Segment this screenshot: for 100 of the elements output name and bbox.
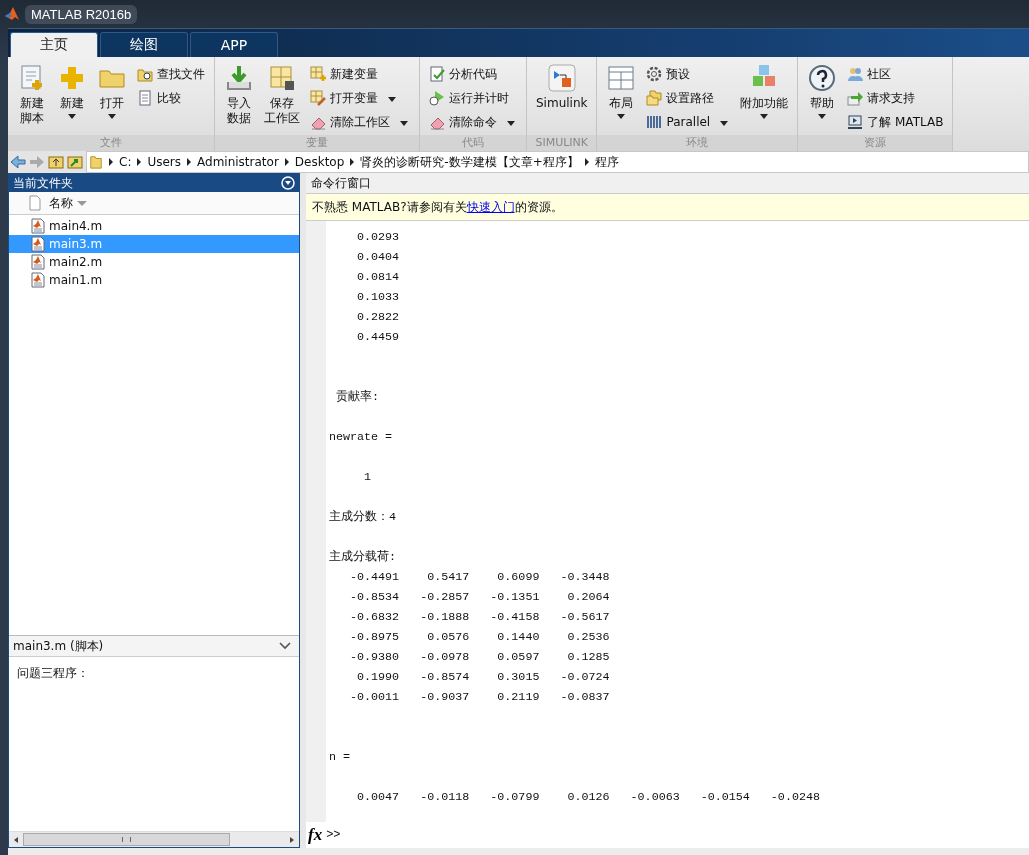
folder-icon [89,154,103,170]
ribbon-button[interactable]: 帮助 [804,61,841,135]
console-output: -0.8534 -0.2857 -0.1351 0.2064 [349,589,611,606]
details-header[interactable]: main3.m (脚本) [9,636,299,657]
console-output: 0.1033 [356,289,401,306]
folders-icon [646,90,663,106]
file-row[interactable]: main2.m [9,253,299,271]
panel-title: 命令行窗口 [311,176,371,190]
layout-icon [606,63,637,93]
path-segment[interactable]: 肾炎的诊断研究-数学建模【文章+程序】 [360,153,579,171]
ribbon-button[interactable]: 请求支持 [844,87,947,109]
help-icon [807,63,838,93]
ribbon-button[interactable]: 清除工作区 [307,111,413,133]
console-output: 贡献率: [335,389,381,406]
m-file-icon [31,236,45,252]
play-clock-icon [429,90,445,106]
console-output: 主成分载荷: [329,549,397,566]
ribbon-button[interactable]: 打开 [94,61,130,135]
console-output: newrate = [329,429,394,446]
group-label: 变量 [215,135,419,151]
ribbon-button[interactable]: 分析代码 [426,63,520,85]
ribbon-button[interactable]: 清除命令 [426,111,520,133]
file-row[interactable]: main1.m [9,271,299,289]
console-output: 0.0293 [356,229,401,246]
matlab-logo-icon [4,6,20,22]
console-output: n = [329,749,352,766]
ribbon-button[interactable]: Simulink [533,61,591,135]
ribbon-button[interactable]: Parallel [643,111,734,133]
group-label: 代码 [420,135,526,151]
console-output: 0.0047 -0.0118 -0.0799 0.0126 -0.0063 -0.0154 -0.0248 [356,789,820,806]
download-icon [224,63,254,93]
console-output: -0.6832 -0.1888 -0.4158 -0.5617 [349,609,611,626]
grid-icon [267,63,297,93]
ribbon-tab[interactable]: 主页 [10,32,98,57]
ribbon-button[interactable]: 设置路径 [643,87,734,109]
table-plus-icon [310,66,326,82]
m-file-icon [31,218,45,234]
console-output: 1 [363,469,373,486]
console-output: 0.2822 [356,309,401,326]
folder-search-icon [137,66,153,82]
console-output: -0.9380 -0.0978 0.0597 0.1285 [349,649,611,666]
ribbon-button[interactable]: 了解 MATLAB [844,111,947,133]
document-check-icon [429,66,445,82]
group-label: 文件 [8,135,214,151]
m-file-icon [31,272,45,288]
group-label: 环境 [597,135,798,151]
ribbon-tab[interactable]: APP [190,32,278,57]
file-row[interactable]: main4.m [9,217,299,235]
path-segment[interactable]: Administrator [197,155,279,169]
ribbon-button[interactable]: 比较 [134,87,208,109]
path-segment[interactable]: 程序 [594,153,619,171]
notice-text: 不熟悉 MATLAB?请参阅有关快速入门的资源。 [312,198,563,216]
ribbon-button[interactable]: 附加功能 [737,61,792,135]
folder-up-icon[interactable] [48,154,64,170]
console-output: 0.0404 [356,249,401,266]
path-segment[interactable]: Users [147,155,182,169]
ribbon-button[interactable]: 打开变量 [307,87,413,109]
block-diagram-icon [546,63,577,93]
settings-icon [646,66,663,82]
ribbon-button[interactable]: 新建变量 [307,63,413,85]
ribbon-button[interactable]: 预设 [643,63,734,85]
table-pencil-icon [310,90,326,106]
window-title: MATLAB R2016b [25,4,138,24]
document-icon [29,195,41,211]
command-prompt[interactable]: >> [326,828,341,842]
console-output: 0.1990 -0.8574 0.3015 -0.0724 [356,669,611,686]
path-segment[interactable]: Desktop [294,155,345,169]
column-header[interactable]: 名称 [9,192,299,215]
browse-folder-icon[interactable] [67,154,83,170]
ribbon-button[interactable]: 新建 脚本 [14,61,50,135]
script-description: 问题三程序： [17,666,89,680]
ribbon-tab[interactable]: 绘图 [100,32,188,57]
chevron-down-icon [279,642,291,650]
console-output: -0.0011 -0.9037 0.2119 -0.0837 [349,689,611,706]
console-output: -0.8975 0.0576 0.1440 0.2536 [349,629,611,646]
group-label: SIMULINK [527,135,597,151]
console-output: 主成分数：4 [329,509,397,526]
ribbon-button[interactable]: 布局 [603,61,640,135]
console-output: -0.4491 0.5417 0.6099 -0.3448 [349,569,611,586]
monitor-icon [847,114,864,130]
getting-started-link[interactable]: 快速入门 [466,199,515,214]
document-icon [137,90,153,106]
ribbon-button[interactable]: 查找文件 [134,63,208,85]
group-label: 资源 [798,135,953,151]
ribbon-button[interactable]: 运行并计时 [426,87,520,109]
ribbon-button[interactable]: 社区 [844,63,947,85]
ribbon-button[interactable]: 新建 [54,61,90,135]
function-browser-button[interactable]: fx [306,825,325,845]
panel-title: 当前文件夹 [13,174,73,192]
ribbon-button[interactable]: 保存 工作区 [261,61,303,135]
address-bar[interactable]: C: Users Administrator Desktop 肾炎的诊断研究-数学建模【文章+程序】 程序 [86,151,1029,173]
console-output: 0.0814 [356,269,401,286]
arrow-icon [847,90,864,106]
path-segment[interactable]: C: [119,155,132,169]
ribbon-button[interactable]: 导入 数据 [221,61,257,135]
dropdown-icon[interactable] [281,176,295,190]
console-output: 0.4459 [356,329,401,346]
bars-icon [646,114,663,130]
horizontal-scrollbar[interactable] [9,831,299,847]
back-icon[interactable] [10,154,26,170]
